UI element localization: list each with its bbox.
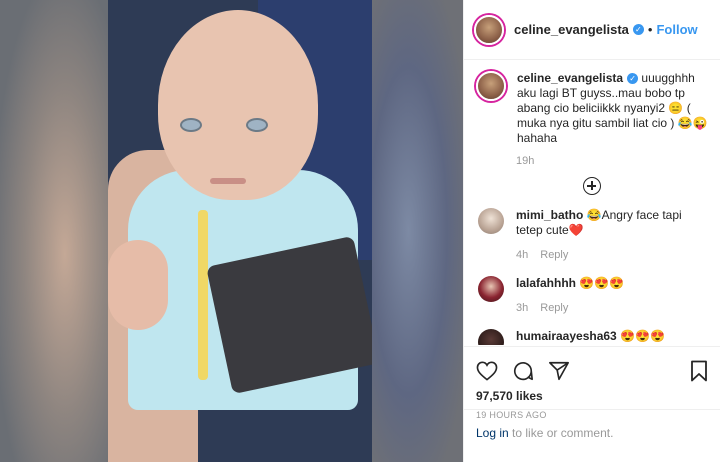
caption: celine_evangelista ✓ uuugghhh aku lagi BT… xyxy=(464,61,720,146)
commenter-avatar[interactable] xyxy=(478,329,504,345)
comment-username[interactable]: mimi_batho xyxy=(516,208,583,222)
caption-time[interactable]: 19h xyxy=(516,155,720,167)
media-blur-left xyxy=(0,0,108,462)
post-photo[interactable] xyxy=(108,0,372,462)
caption-username[interactable]: celine_evangelista xyxy=(517,71,623,85)
comment-username[interactable]: lalafahhhh xyxy=(516,276,576,290)
commenter-avatar[interactable] xyxy=(478,208,504,234)
post-media xyxy=(0,0,463,462)
separator: • xyxy=(647,22,653,37)
login-prompt: Log in to like or comment. xyxy=(464,409,720,462)
login-link[interactable]: Log in xyxy=(476,426,509,440)
heart-icon[interactable] xyxy=(476,361,498,381)
reply-button[interactable]: Reply xyxy=(540,302,568,314)
comments-list[interactable]: celine_evangelista ✓ uuugghhh aku lagi BT… xyxy=(464,61,720,345)
author-avatar[interactable] xyxy=(474,14,504,45)
verified-icon: ✓ xyxy=(632,24,644,35)
like-count[interactable]: 97,570 likes xyxy=(464,385,720,403)
comment-username[interactable]: humairaayesha63 xyxy=(516,329,617,343)
post-side-panel: celine_evangelista ✓ • Follow celine_eva… xyxy=(463,0,720,462)
comment-text: 😍😍😍 xyxy=(620,329,665,343)
media-blur-right xyxy=(372,0,463,462)
verified-icon: ✓ xyxy=(627,73,639,85)
commenter-avatar[interactable] xyxy=(478,276,504,302)
caption-avatar[interactable] xyxy=(476,71,506,101)
comment-item: mimi_batho 😂Angry face tapi tetep cute❤️… xyxy=(464,208,720,263)
comment-item: lalafahhhh 😍😍😍 3h Reply xyxy=(464,276,720,316)
comment-time[interactable]: 3h xyxy=(516,302,528,314)
post-header: celine_evangelista ✓ • Follow xyxy=(464,0,720,60)
share-icon[interactable] xyxy=(548,360,570,382)
comment-time[interactable]: 4h xyxy=(516,249,528,261)
reply-button[interactable]: Reply xyxy=(540,249,568,261)
follow-button[interactable]: Follow xyxy=(656,22,697,37)
post-actions: 97,570 likes 19 HOURS AGO Log in to like… xyxy=(464,346,720,461)
load-more-icon[interactable] xyxy=(583,177,601,195)
comment-item: humairaayesha63 😍😍😍 xyxy=(464,329,720,345)
comment-text: 😍😍😍 xyxy=(579,276,625,290)
comment-icon[interactable] xyxy=(512,360,534,382)
bookmark-icon[interactable] xyxy=(690,360,708,382)
author-username[interactable]: celine_evangelista xyxy=(514,22,629,37)
login-suffix: to like or comment. xyxy=(508,426,614,440)
